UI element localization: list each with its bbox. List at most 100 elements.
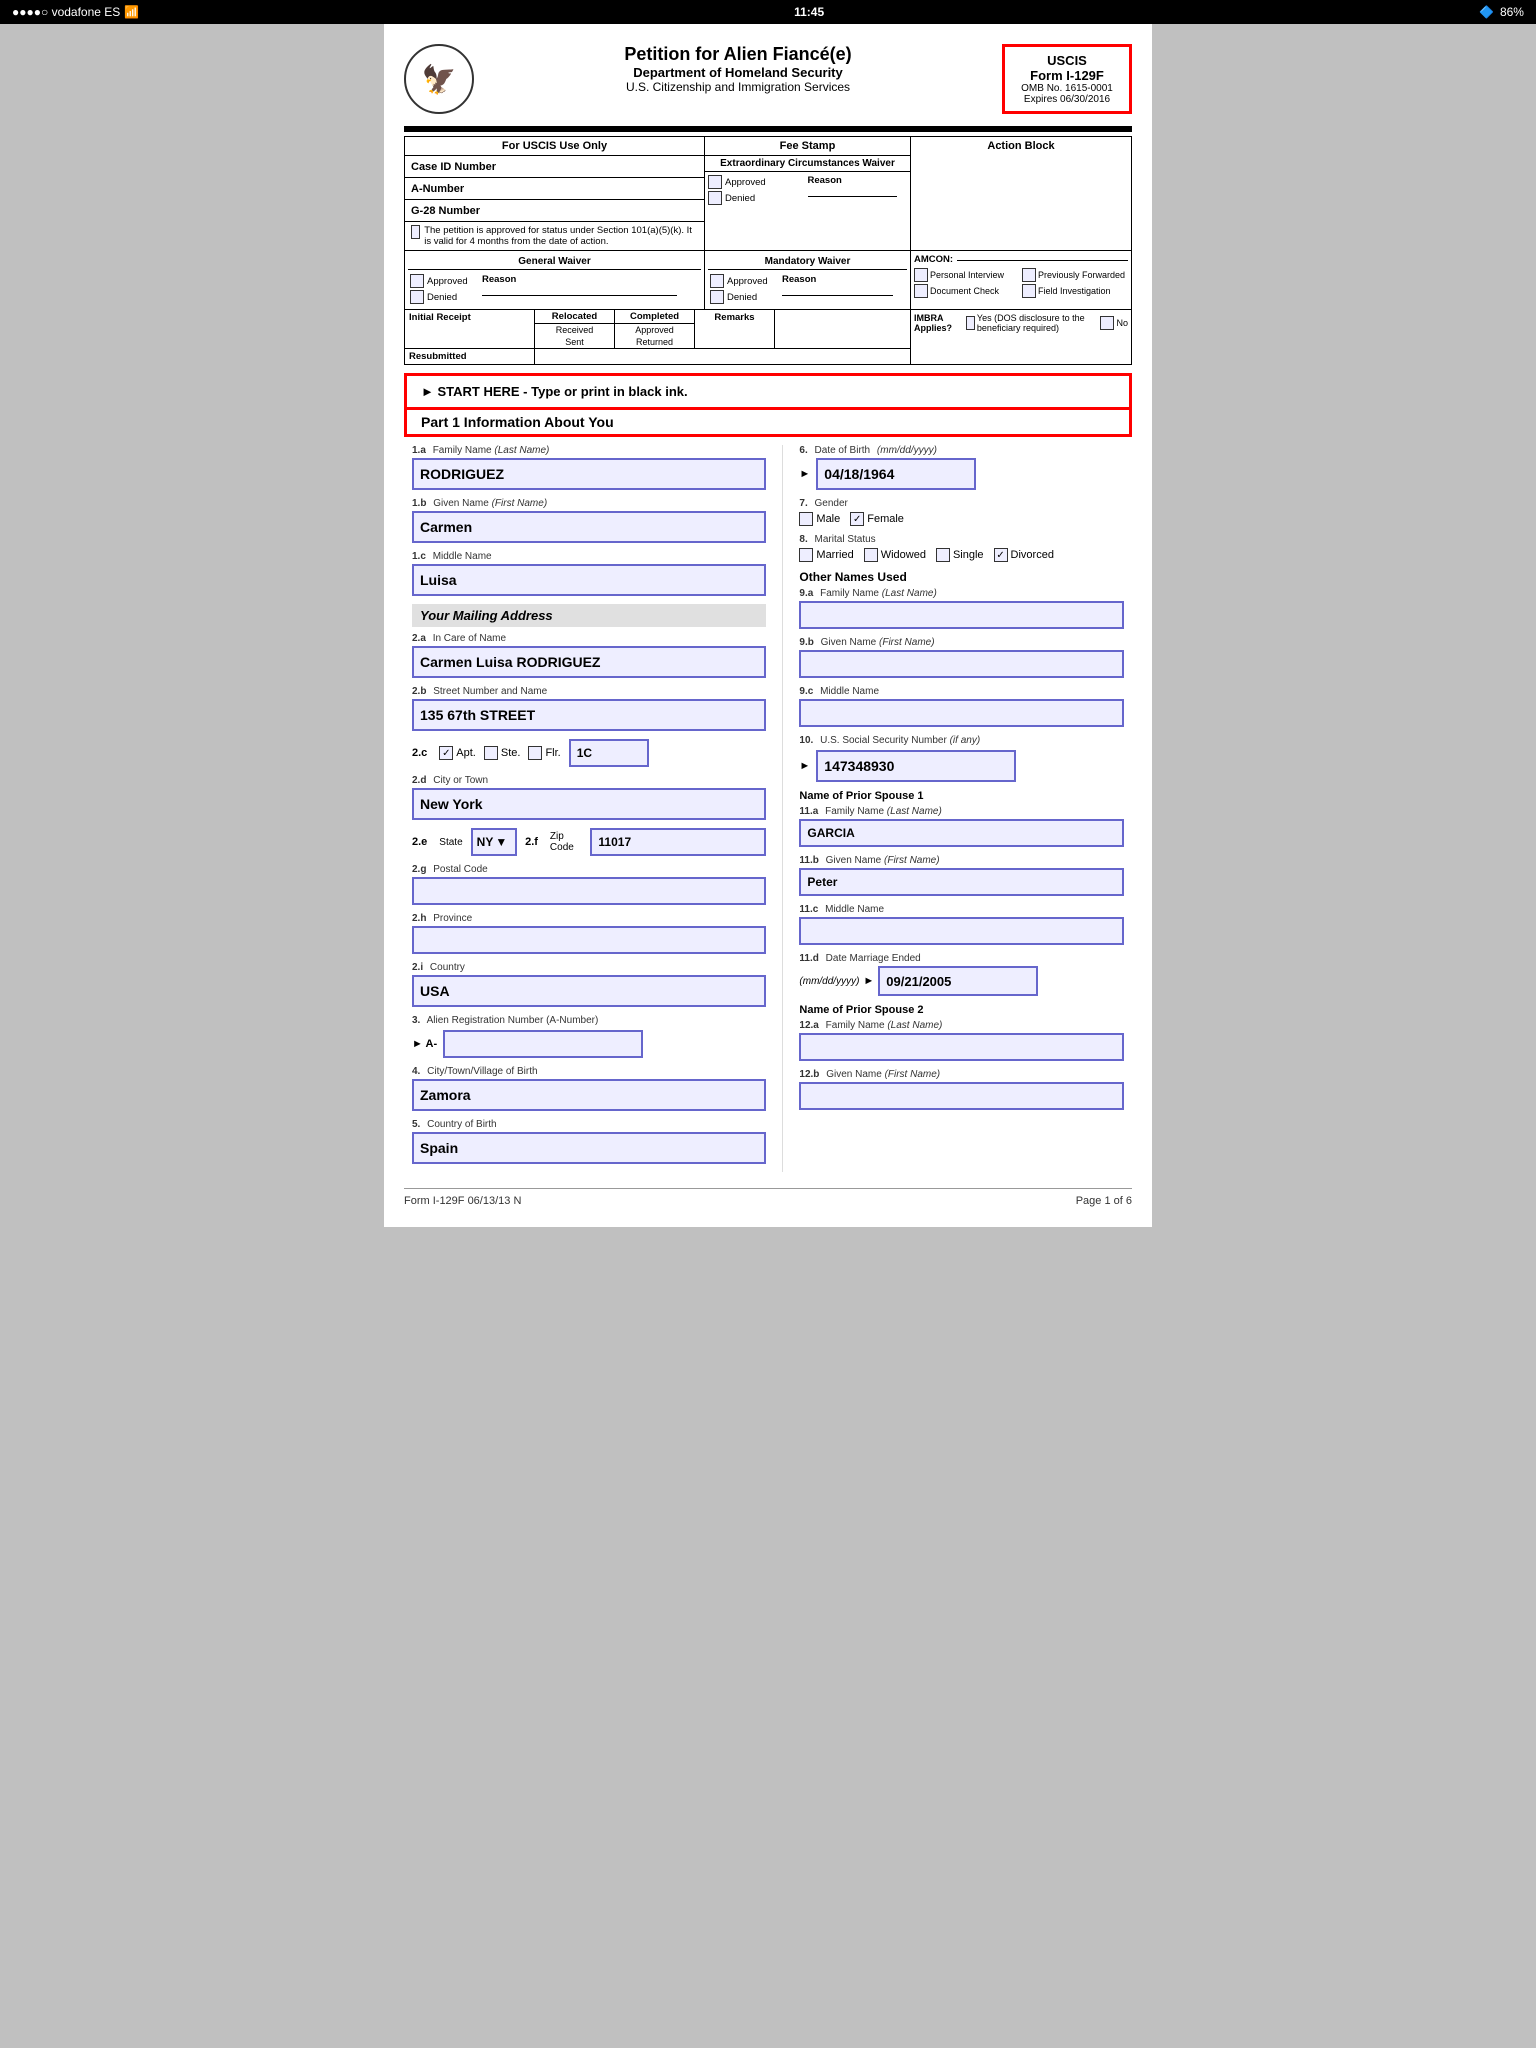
field-1b: 1.b Given Name (First Name)	[412, 498, 766, 543]
married-checkbox[interactable]	[799, 548, 813, 562]
province-input[interactable]	[412, 926, 766, 954]
other-middle-name-input[interactable]	[799, 699, 1124, 727]
sent-label: Sent	[535, 336, 614, 348]
prior2-given-name-input[interactable]	[799, 1082, 1124, 1110]
field-11b-label: 11.b Given Name (First Name)	[799, 855, 1124, 866]
flr-checkbox-label: Flr.	[528, 746, 560, 760]
g28-row: G-28 Number	[405, 200, 704, 222]
returned-label: Returned	[615, 336, 694, 348]
care-of-name-input[interactable]	[412, 646, 766, 678]
amcon-line: AMCON:	[914, 254, 1128, 265]
field-9a: 9.a Family Name (Last Name)	[799, 588, 1124, 629]
single-checkbox[interactable]	[936, 548, 950, 562]
prior2-family-name-input[interactable]	[799, 1033, 1124, 1061]
status-bar: ●●●●○ vodafone ES 📶 11:45 🔷 86%	[0, 0, 1536, 24]
form-left-col: 1.a Family Name (Last Name) 1.b Given Na…	[404, 445, 783, 1172]
field-10: 10. U.S. Social Security Number (if any)…	[799, 735, 1124, 782]
bluetooth-icon: 🔷	[1479, 5, 1494, 19]
field-11d: 11.d Date Marriage Ended (mm/dd/yyyy) ►	[799, 953, 1124, 996]
alien-reg-input[interactable]	[443, 1030, 643, 1058]
uscis-form: Form I-129F	[1015, 68, 1119, 83]
field-2h: 2.h Province	[412, 913, 766, 954]
ssn-input[interactable]	[816, 750, 1016, 782]
field-2a-label: 2.a In Care of Name	[412, 633, 766, 644]
imbra-yes-checkbox[interactable]	[966, 316, 975, 330]
middle-name-input[interactable]	[412, 564, 766, 596]
field-2g: 2.g Postal Code	[412, 864, 766, 905]
prior-spouse1-header: Name of Prior Spouse 1	[799, 790, 1124, 802]
flr-checkbox[interactable]	[528, 746, 542, 760]
widowed-checkbox-label: Widowed	[864, 548, 926, 562]
gen-denied-checkbox[interactable]	[410, 290, 424, 304]
divorced-checkbox[interactable]	[994, 548, 1008, 562]
postal-code-input[interactable]	[412, 877, 766, 905]
female-checkbox[interactable]	[850, 512, 864, 526]
circ-approved-checkbox[interactable]	[708, 175, 722, 189]
doc-check-checkbox[interactable]	[914, 284, 928, 298]
a-number-input-row: ► A-	[412, 1030, 766, 1058]
prev-forwarded-checkbox[interactable]	[1022, 268, 1036, 282]
married-checkbox-label: Married	[799, 548, 853, 562]
a-number-row-top: A-Number	[405, 178, 704, 200]
other-given-name-input[interactable]	[799, 650, 1124, 678]
gen-approved-checkbox[interactable]	[410, 274, 424, 288]
street-input[interactable]	[412, 699, 766, 731]
ste-checkbox[interactable]	[484, 746, 498, 760]
dob-input[interactable]	[816, 458, 976, 490]
prior1-middle-name-input[interactable]	[799, 917, 1124, 945]
birth-country-input[interactable]	[412, 1132, 766, 1164]
zip-input[interactable]	[590, 828, 766, 856]
relocated-cell: Relocated Received Sent	[535, 310, 615, 348]
field-invest-checkbox[interactable]	[1022, 284, 1036, 298]
start-here-text: ► START HERE - Type or print in black in…	[421, 384, 688, 399]
field-2d: 2.d City or Town	[412, 775, 766, 820]
footer-right: Page 1 of 6	[1076, 1195, 1132, 1207]
circ-waiver: Extraordinary Circumstances Waiver Appro…	[705, 155, 910, 208]
widowed-checkbox[interactable]	[864, 548, 878, 562]
received-label: Received	[535, 324, 614, 336]
petition-checkbox[interactable]	[411, 225, 420, 239]
mand-approved-checkbox[interactable]	[710, 274, 724, 288]
birth-city-input[interactable]	[412, 1079, 766, 1111]
remarks-header: Remarks	[695, 310, 774, 325]
action-block-col: Action Block	[911, 137, 1131, 250]
marriage-ended-input[interactable]	[878, 966, 1038, 996]
mailing-address-header: Your Mailing Address	[412, 604, 766, 627]
amcon-checkboxes: Personal Interview Previously Forwarded …	[914, 268, 1128, 298]
footer-left: Form I-129F 06/13/13 N	[404, 1195, 521, 1207]
apt-value-input[interactable]	[569, 739, 649, 767]
field-9b-label: 9.b Given Name (First Name)	[799, 637, 1124, 648]
omb-number: OMB No. 1615-0001	[1015, 83, 1119, 94]
mand-approved-denied: Approved Denied	[710, 274, 780, 304]
fee-stamp-col: Fee Stamp Extraordinary Circumstances Wa…	[705, 137, 911, 250]
start-here-box: ► START HERE - Type or print in black in…	[404, 373, 1132, 410]
state-select[interactable]: NY ▼	[471, 828, 517, 856]
field-11b: 11.b Given Name (First Name)	[799, 855, 1124, 896]
apt-checkbox[interactable]	[439, 746, 453, 760]
prior1-given-name-input[interactable]	[799, 868, 1124, 896]
imbra-options: Yes (DOS disclosure to the beneficiary r…	[966, 313, 1128, 333]
female-checkbox-label: Female	[850, 512, 904, 526]
country-input[interactable]	[412, 975, 766, 1007]
personal-interview-checkbox[interactable]	[914, 268, 928, 282]
field-11a-label: 11.a Family Name (Last Name)	[799, 806, 1124, 817]
imbra-no-checkbox[interactable]	[1100, 316, 1114, 330]
divorced-checkbox-label: Divorced	[994, 548, 1054, 562]
marriage-ended-arrow: ►	[863, 975, 874, 987]
apt-checkbox-label: Apt.	[439, 746, 476, 760]
field-11c: 11.c Middle Name	[799, 904, 1124, 945]
field-2g-label: 2.g Postal Code	[412, 864, 766, 875]
family-name-input[interactable]	[412, 458, 766, 490]
prior1-family-name-input[interactable]	[799, 819, 1124, 847]
given-name-input[interactable]	[412, 511, 766, 543]
part1-header: Part 1 Information About You	[421, 414, 1115, 430]
circ-denied-checkbox[interactable]	[708, 191, 722, 205]
city-input[interactable]	[412, 788, 766, 820]
petition-text-row: The petition is approved for status unde…	[405, 222, 704, 250]
other-family-name-input[interactable]	[799, 601, 1124, 629]
circ-reason-label: Reason	[808, 175, 908, 186]
field-9c-label: 9.c Middle Name	[799, 686, 1124, 697]
mand-denied-checkbox[interactable]	[710, 290, 724, 304]
male-checkbox[interactable]	[799, 512, 813, 526]
field-9a-label: 9.a Family Name (Last Name)	[799, 588, 1124, 599]
